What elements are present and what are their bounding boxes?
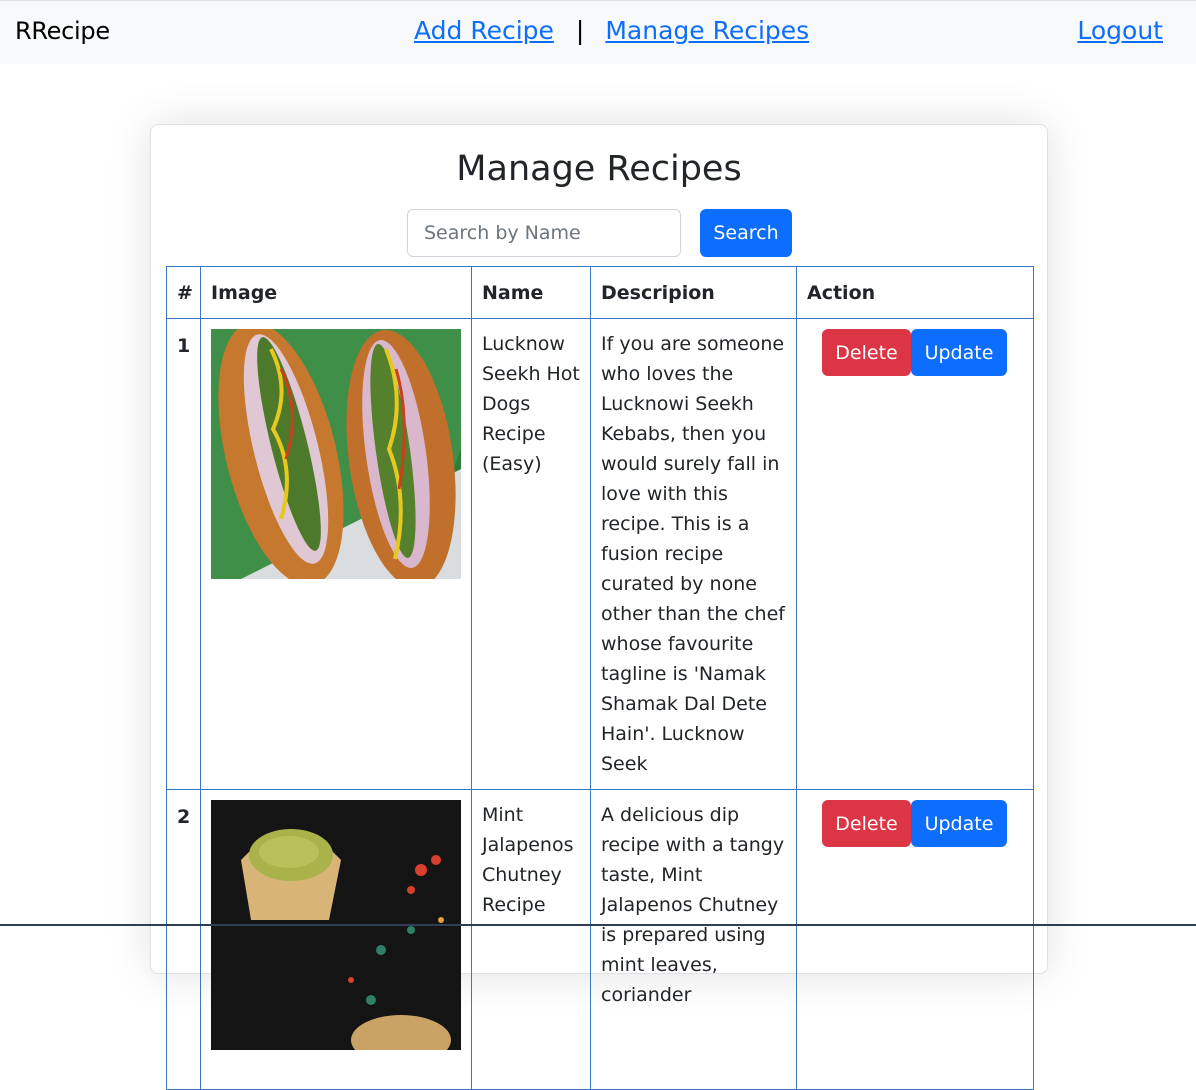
logout-link[interactable]: Logout bbox=[1077, 16, 1163, 45]
table-row: 1 Lucknow Seekh Hot Dogs Recipe (Easy) I… bbox=[166, 318, 1034, 790]
row-image-cell bbox=[200, 318, 472, 790]
delete-button[interactable]: Delete bbox=[822, 329, 911, 376]
search-button[interactable]: Search bbox=[700, 209, 792, 257]
delete-button[interactable]: Delete bbox=[822, 800, 911, 847]
recipe-description: If you are someone who loves the Lucknow… bbox=[590, 318, 797, 790]
recipes-table: # Image Name Descripion Action 1 Lucknow… bbox=[166, 266, 1034, 1090]
update-button[interactable]: Update bbox=[911, 329, 1007, 376]
search-input[interactable] bbox=[407, 209, 681, 257]
top-navbar: RRecipe Add Recipe | Manage Recipes Logo… bbox=[0, 0, 1196, 64]
recipe-name: Lucknow Seekh Hot Dogs Recipe (Easy) bbox=[471, 318, 591, 790]
recipe-name: Mint Jalapenos Chutney Recipe bbox=[471, 789, 591, 1090]
manage-recipes-link[interactable]: Manage Recipes bbox=[605, 16, 809, 45]
nav-separator: | bbox=[575, 16, 585, 45]
page-title: Manage Recipes bbox=[456, 149, 742, 189]
header-image: Image bbox=[200, 266, 472, 319]
header-description: Descripion bbox=[590, 266, 797, 319]
table-header-row: # Image Name Descripion Action bbox=[166, 266, 1034, 319]
brand-logo-text[interactable]: RRecipe bbox=[15, 17, 110, 45]
manage-recipes-card: Manage Recipes Search # Image Name Descr… bbox=[150, 124, 1048, 1090]
header-number: # bbox=[166, 266, 201, 319]
recipe-image bbox=[211, 329, 461, 579]
update-button[interactable]: Update bbox=[911, 800, 1007, 847]
header-action: Action bbox=[796, 266, 1034, 319]
row-image-cell bbox=[200, 789, 472, 1090]
add-recipe-link[interactable]: Add Recipe bbox=[414, 16, 554, 45]
nav-links: Add Recipe | Manage Recipes bbox=[414, 16, 809, 45]
table-row: 2 Mint Jalapenos Chutney Recipe A delici… bbox=[166, 789, 1034, 1090]
row-number: 1 bbox=[166, 318, 201, 790]
row-number: 2 bbox=[166, 789, 201, 1090]
header-name: Name bbox=[471, 266, 591, 319]
row-actions: Delete Update bbox=[796, 318, 1034, 790]
recipe-description: A delicious dip recipe with a tangy tast… bbox=[590, 789, 797, 1090]
row-actions: Delete Update bbox=[796, 789, 1034, 1090]
